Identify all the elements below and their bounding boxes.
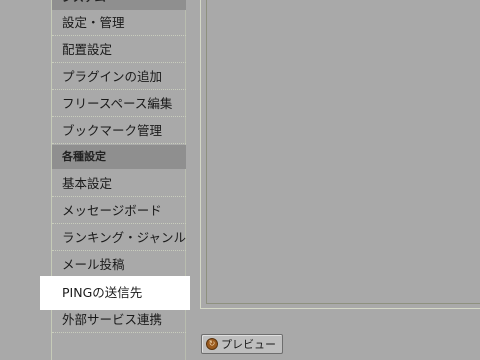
sidebar-item-free-space-edit[interactable]: フリースペース編集 [52,90,186,117]
page: システム 設定・管理 配置設定 プラグインの追加 フリースペース編集 ブックマー… [0,0,480,360]
sidebar-item-basic-settings[interactable]: 基本設定 [52,170,186,197]
sidebar-item-external-services[interactable]: 外部サービス連携 [52,306,186,333]
sidebar-item-mail-post[interactable]: メール投稿 [52,251,186,278]
sidebar-item-settings-management[interactable]: 設定・管理 [52,9,186,36]
section-header-various-settings: 各種設定 [52,145,186,169]
sidebar-item-ranking-genre[interactable]: ランキング・ジャンル [52,224,186,251]
preview-button[interactable]: ↻ プレビュー [201,334,283,354]
sidebar-item-add-plugin[interactable]: プラグインの追加 [52,63,186,90]
sidebar-item-bookmark-management[interactable]: ブックマーク管理 [52,117,186,144]
sidebar: システム 設定・管理 配置設定 プラグインの追加 フリースペース編集 ブックマー… [40,0,190,360]
preview-button-label: プレビュー [221,338,276,351]
sidebar-item-ping-destination[interactable]: PINGの送信先 [40,276,190,310]
refresh-icon: ↻ [206,338,218,350]
content-frame [206,0,480,304]
sidebar-item-layout-settings[interactable]: 配置設定 [52,36,186,63]
sidebar-item-message-board[interactable]: メッセージボード [52,197,186,224]
main-content-panel [200,0,480,309]
